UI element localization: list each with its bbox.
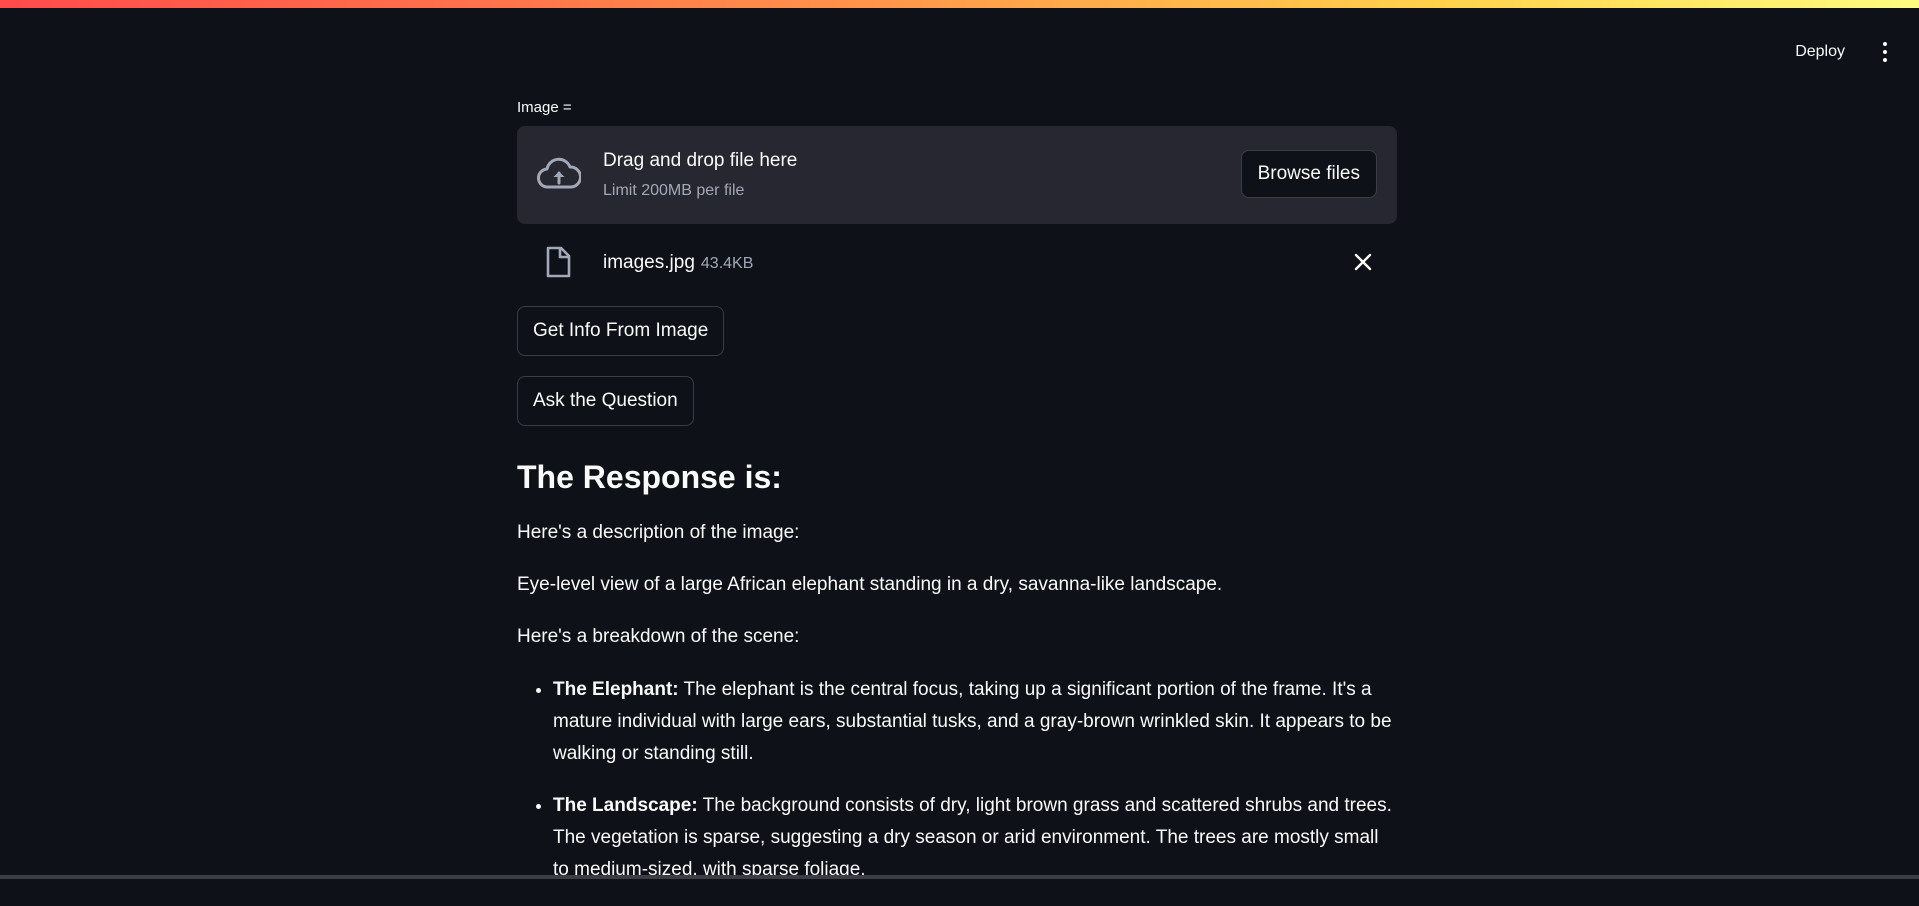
file-name-text: images.jpg 43.4KB — [603, 252, 753, 274]
list-item: The Elephant: The elephant is the centra… — [553, 674, 1397, 770]
browse-files-button[interactable]: Browse files — [1240, 150, 1377, 198]
dropzone-limit: Limit 200MB per file — [603, 182, 745, 199]
file-size: 43.4KB — [700, 255, 754, 272]
horizontal-scrollbar[interactable] — [0, 875, 1919, 879]
file-name: images.jpg — [603, 252, 695, 273]
file-icon — [546, 246, 571, 278]
top-divider — [0, 8, 1919, 10]
uploader-label: Image = — [517, 99, 572, 116]
header-toolbar: Deploy — [1787, 36, 1897, 68]
list-item-title: The Landscape: — [553, 795, 698, 816]
list-item: The Landscape: The background consists o… — [553, 790, 1397, 886]
ask-question-button[interactable]: Ask the Question — [517, 376, 694, 426]
close-icon[interactable] — [1349, 248, 1377, 276]
response-heading: The Response is: — [517, 459, 782, 495]
list-item-text: The elephant is the central focus, takin… — [553, 679, 1392, 764]
dropzone-title: Drag and drop file here — [603, 150, 798, 171]
cloud-upload-icon — [537, 157, 581, 189]
list-item-title: The Elephant: — [553, 679, 679, 700]
more-vertical-icon[interactable] — [1873, 38, 1897, 66]
file-dropzone[interactable]: Drag and drop file here Limit 200MB per … — [517, 126, 1397, 224]
top-decoration-bar — [0, 0, 1919, 8]
breakdown-intro: Here's a breakdown of the scene: — [517, 626, 800, 647]
deploy-button[interactable]: Deploy — [1787, 39, 1853, 65]
main-content: Image = Drag and drop file here Limit 20… — [517, 96, 1397, 906]
response-intro: Here's a description of the image: — [517, 522, 800, 543]
uploaded-file-row: images.jpg 43.4KB — [517, 224, 1397, 304]
get-info-button[interactable]: Get Info From Image — [517, 306, 725, 356]
breakdown-list: The Elephant: The elephant is the centra… — [517, 674, 1397, 886]
response-summary: Eye-level view of a large African elepha… — [517, 574, 1223, 595]
